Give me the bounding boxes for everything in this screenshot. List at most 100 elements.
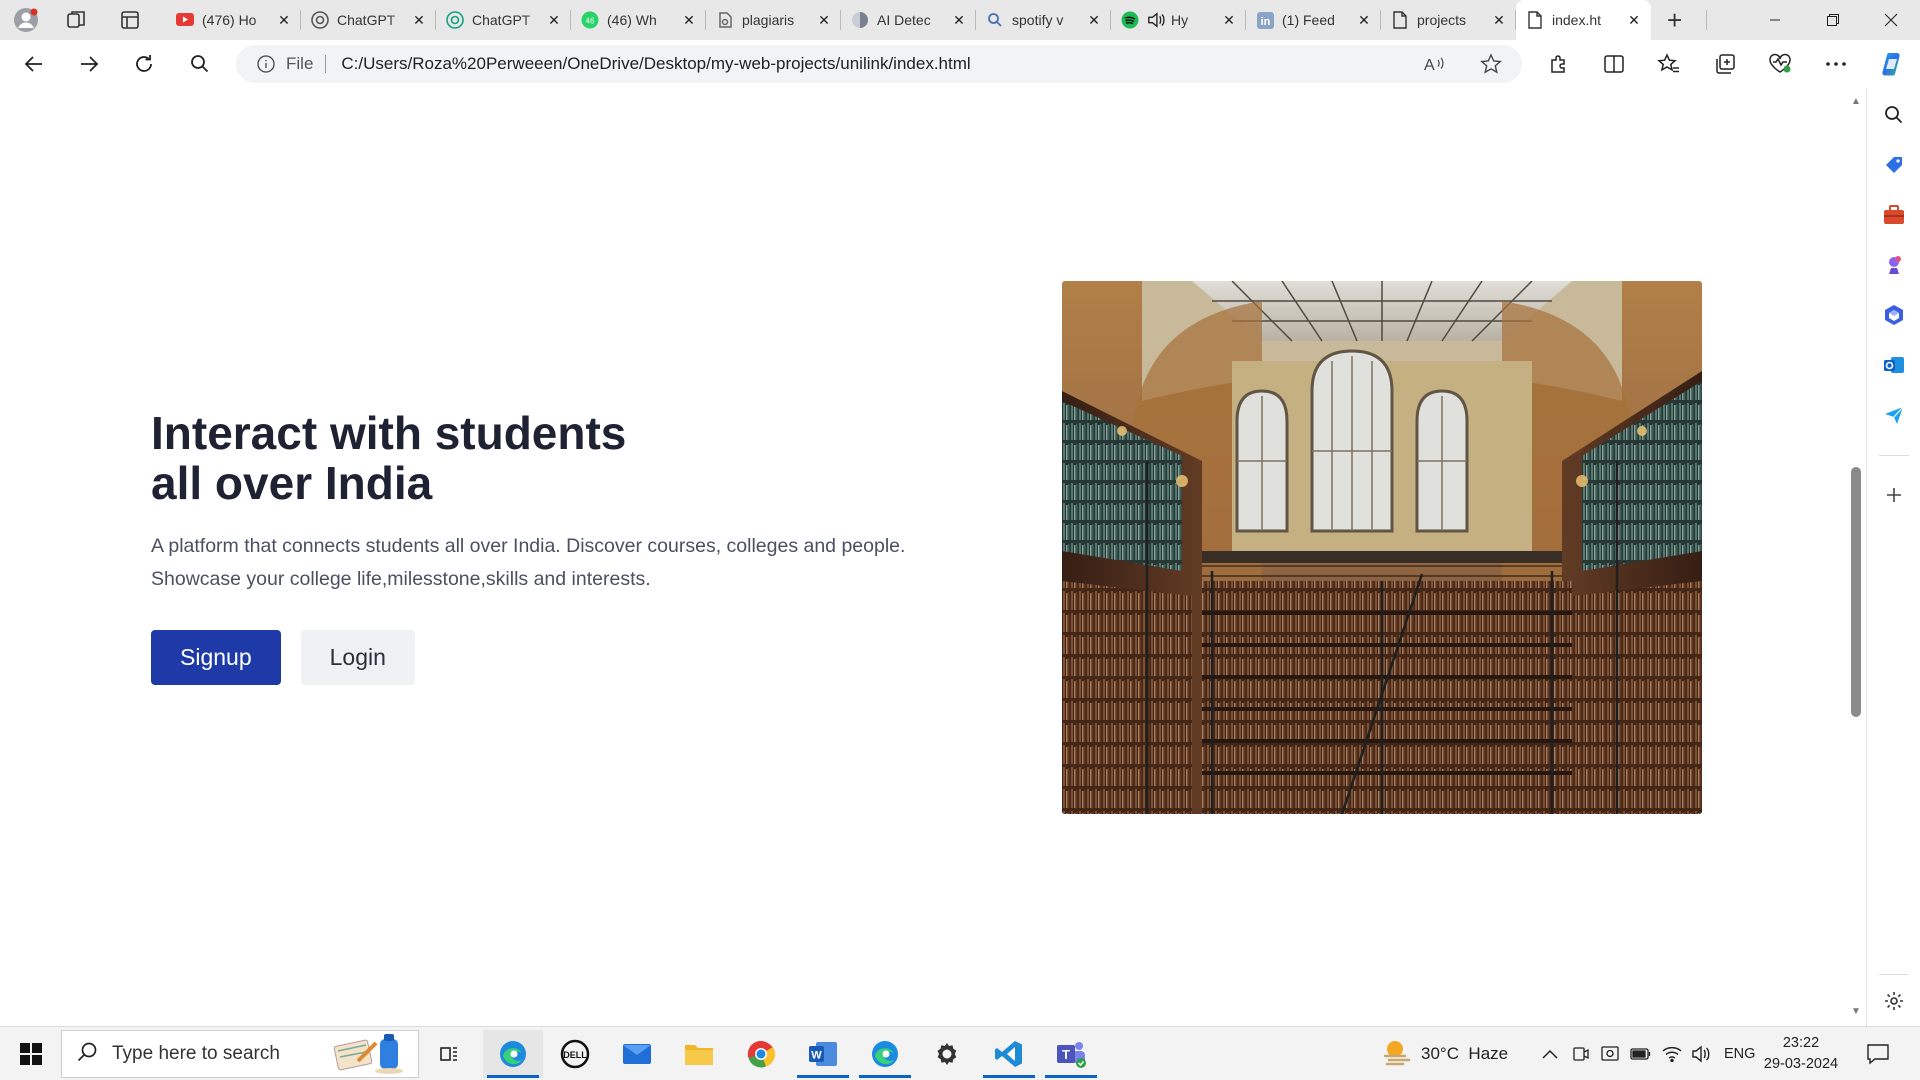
show-hidden-icons-chevron-icon[interactable] <box>1541 1027 1559 1080</box>
taskbar-search-box[interactable]: Type here to search <box>61 1030 419 1078</box>
close-tab-icon[interactable]: ✕ <box>410 11 428 29</box>
hero-description: A platform that connects students all ov… <box>151 530 951 596</box>
speaker-icon[interactable] <box>1147 11 1165 29</box>
input-language[interactable]: ENG <box>1724 1027 1755 1080</box>
file-icon <box>1526 11 1544 29</box>
teams-icon[interactable]: T <box>1041 1030 1101 1078</box>
login-button[interactable]: Login <box>300 630 415 685</box>
games-icon[interactable] <box>1881 252 1907 278</box>
hero-title: Interact with students all over India <box>151 408 951 508</box>
search-icon[interactable] <box>1881 102 1907 128</box>
whatsapp-icon: 46 <box>581 11 599 29</box>
tab-chatgpt-2[interactable]: ChatGPT ✕ <box>436 0 571 40</box>
tools-briefcase-icon[interactable] <box>1881 202 1907 228</box>
sidebar-divider <box>1879 974 1909 975</box>
close-tab-icon[interactable]: ✕ <box>1355 11 1373 29</box>
close-tab-icon[interactable]: ✕ <box>680 11 698 29</box>
word-icon[interactable]: W <box>793 1030 853 1078</box>
close-tab-icon[interactable]: ✕ <box>1625 11 1643 29</box>
read-aloud-icon[interactable]: A <box>1424 53 1446 75</box>
url-text[interactable]: C:/Users/Roza%20Perweeen/OneDrive/Deskto… <box>341 54 970 74</box>
file-explorer-icon[interactable] <box>669 1030 729 1078</box>
clock-date: 29-03-2024 <box>1763 1056 1839 1072</box>
minimize-button[interactable] <box>1748 0 1802 40</box>
close-window-button[interactable] <box>1864 0 1918 40</box>
extensions-icon[interactable] <box>1543 48 1575 80</box>
microsoft-365-icon[interactable] <box>1881 302 1907 328</box>
refresh-button[interactable] <box>128 48 160 80</box>
new-tab-button[interactable]: + <box>1651 0 1707 40</box>
volume-icon[interactable] <box>1691 1027 1711 1080</box>
url-scheme-label: File <box>286 55 327 73</box>
tab-linkedin[interactable]: in (1) Feed ✕ <box>1246 0 1381 40</box>
tab-spotify[interactable]: Hy ✕ <box>1111 0 1246 40</box>
sidebar-settings-gear-icon[interactable] <box>1881 988 1907 1014</box>
chrome-icon[interactable] <box>731 1030 791 1078</box>
close-tab-icon[interactable]: ✕ <box>1490 11 1508 29</box>
tab-title: AI Detec <box>877 12 931 28</box>
scroll-up-arrow-icon[interactable]: ▲ <box>1851 96 1861 107</box>
restore-button[interactable] <box>1806 0 1860 40</box>
tab-actions-icon[interactable] <box>116 6 144 34</box>
tab-spotify-search[interactable]: spotify v ✕ <box>976 0 1111 40</box>
mail-icon[interactable] <box>607 1030 667 1078</box>
tab-youtube[interactable]: (476) Ho ✕ <box>166 0 301 40</box>
browser-essentials-icon[interactable] <box>1764 48 1796 80</box>
close-tab-icon[interactable]: ✕ <box>275 11 293 29</box>
signup-button[interactable]: Signup <box>151 630 281 685</box>
back-button[interactable] <box>18 48 50 80</box>
more-menu-icon[interactable] <box>1820 48 1852 80</box>
tab-plagiarism[interactable]: plagiaris ✕ <box>706 0 841 40</box>
tab-projects[interactable]: projects ✕ <box>1381 0 1516 40</box>
close-tab-icon[interactable]: ✕ <box>545 11 563 29</box>
taskbar-clock[interactable]: 23:22 29-03-2024 <box>1760 1033 1842 1075</box>
tab-index-active[interactable]: index.ht ✕ <box>1516 0 1651 40</box>
profile-avatar-icon[interactable] <box>12 6 40 34</box>
settings-gear-icon[interactable] <box>917 1030 977 1078</box>
favorites-icon[interactable] <box>1653 48 1685 80</box>
scroll-down-arrow-icon[interactable]: ▼ <box>1851 1006 1861 1017</box>
search-icon[interactable] <box>184 48 216 80</box>
copilot-icon[interactable] <box>1876 48 1908 80</box>
windows-start-icon[interactable] <box>10 1035 52 1073</box>
search-placeholder-text: Type here to search <box>112 1043 280 1064</box>
weather-text: 30°C Haze <box>1421 1044 1509 1063</box>
edge-dev-icon[interactable] <box>855 1030 915 1078</box>
weather-widget[interactable]: 30°C Haze <box>1383 1027 1508 1080</box>
meet-now-icon[interactable] <box>1572 1027 1590 1080</box>
dell-icon[interactable]: DELL <box>545 1030 605 1078</box>
edge-taskbar-icon[interactable] <box>483 1030 543 1078</box>
page-scrollbar[interactable]: ▲ ▼ <box>1847 88 1865 1026</box>
task-view-icon[interactable] <box>419 1030 479 1078</box>
address-bar[interactable]: File C:/Users/Roza%20Perweeen/OneDrive/D… <box>236 45 1522 83</box>
tab-whatsapp[interactable]: 46 (46) Wh ✕ <box>571 0 706 40</box>
outlook-icon[interactable] <box>1881 352 1907 378</box>
close-tab-icon[interactable]: ✕ <box>815 11 833 29</box>
svg-text:in: in <box>1260 16 1270 28</box>
device-icon[interactable] <box>1600 1027 1620 1080</box>
svg-text:DELL: DELL <box>563 1050 587 1060</box>
notifications-icon[interactable] <box>1866 1027 1890 1080</box>
close-tab-icon[interactable]: ✕ <box>1220 11 1238 29</box>
shopping-tag-icon[interactable] <box>1881 152 1907 178</box>
info-icon[interactable] <box>256 54 276 74</box>
scrollbar-thumb[interactable] <box>1851 467 1861 717</box>
close-tab-icon[interactable]: ✕ <box>1085 11 1103 29</box>
close-tab-icon[interactable]: ✕ <box>950 11 968 29</box>
tab-chatgpt[interactable]: ChatGPT ✕ <box>301 0 436 40</box>
vscode-icon[interactable] <box>979 1030 1039 1078</box>
add-sidebar-app-icon[interactable] <box>1881 482 1907 508</box>
tab-title: plagiaris <box>742 12 795 28</box>
forward-button[interactable] <box>73 48 105 80</box>
workspaces-icon[interactable] <box>62 6 90 34</box>
wifi-icon[interactable] <box>1662 1027 1682 1080</box>
battery-icon[interactable] <box>1630 1027 1652 1080</box>
svg-text:46: 46 <box>586 17 595 26</box>
send-drop-icon[interactable] <box>1881 402 1907 428</box>
tab-ai-detector[interactable]: AI Detec ✕ <box>841 0 976 40</box>
hero-actions: Signup Login <box>151 630 951 685</box>
collections-icon[interactable] <box>1709 48 1741 80</box>
split-screen-icon[interactable] <box>1598 48 1630 80</box>
page-viewport: Interact with students all over India A … <box>4 88 1847 1026</box>
favorite-star-icon[interactable] <box>1480 53 1502 75</box>
